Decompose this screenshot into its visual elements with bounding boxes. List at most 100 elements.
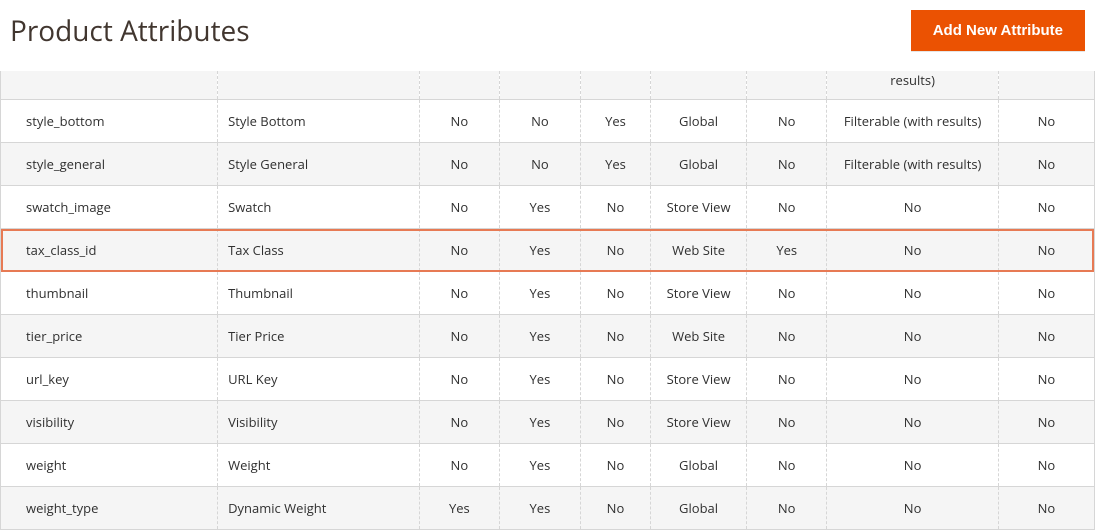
- cell-use-in-layered: Filterable (with results): [827, 143, 998, 186]
- cell-use-in-layered: No: [827, 315, 998, 358]
- cell-scope: Web Site: [651, 315, 747, 358]
- cell-use-in-layered: No: [827, 272, 998, 315]
- cell-scope: Global: [651, 100, 747, 143]
- cell-comparable: No: [998, 401, 1094, 444]
- cell-scope: Store View: [651, 272, 747, 315]
- cell-system: Yes: [500, 229, 581, 272]
- cell-scope: Global: [651, 143, 747, 186]
- cell-visible: No: [580, 401, 651, 444]
- cell-visible: No: [580, 272, 651, 315]
- cell-use-in-layered: results): [827, 71, 998, 100]
- cell-scope: Store View: [651, 358, 747, 401]
- cell-searchable: No: [746, 444, 827, 487]
- cell-system: Yes: [500, 186, 581, 229]
- cell-default-label: Swatch: [218, 186, 419, 229]
- cell-system: Yes: [500, 272, 581, 315]
- cell-default-label: Visibility: [218, 401, 419, 444]
- cell-use-in-layered: No: [827, 358, 998, 401]
- table-row[interactable]: style_generalStyle GeneralNoNoYesGlobalN…: [1, 143, 1094, 186]
- cell-default-label: [218, 71, 419, 100]
- table-row[interactable]: weightWeightNoYesNoGlobalNoNoNo: [1, 444, 1094, 487]
- cell-required: No: [419, 100, 500, 143]
- cell-attribute-code: style_bottom: [1, 100, 218, 143]
- table-row[interactable]: results): [1, 71, 1094, 100]
- cell-system: Yes: [500, 358, 581, 401]
- cell-searchable: No: [746, 143, 827, 186]
- cell-visible: No: [580, 487, 651, 530]
- cell-attribute-code: url_key: [1, 358, 218, 401]
- cell-default-label: Weight: [218, 444, 419, 487]
- cell-searchable: No: [746, 186, 827, 229]
- cell-system: No: [500, 143, 581, 186]
- cell-use-in-layered: No: [827, 487, 998, 530]
- cell-required: No: [419, 229, 500, 272]
- cell-default-label: Style General: [218, 143, 419, 186]
- table-row[interactable]: tier_priceTier PriceNoYesNoWeb SiteNoNoN…: [1, 315, 1094, 358]
- table-row[interactable]: swatch_imageSwatchNoYesNoStore ViewNoNoN…: [1, 186, 1094, 229]
- cell-visible: No: [580, 229, 651, 272]
- cell-use-in-layered: Filterable (with results): [827, 100, 998, 143]
- cell-attribute-code: swatch_image: [1, 186, 218, 229]
- cell-default-label: Tier Price: [218, 315, 419, 358]
- cell-visible: No: [580, 444, 651, 487]
- cell-searchable: No: [746, 100, 827, 143]
- cell-required: No: [419, 358, 500, 401]
- cell-visible: [580, 71, 651, 100]
- cell-system: No: [500, 100, 581, 143]
- cell-searchable: No: [746, 487, 827, 530]
- cell-comparable: No: [998, 143, 1094, 186]
- cell-required: No: [419, 272, 500, 315]
- table-row[interactable]: weight_typeDynamic WeightYesYesNoGlobalN…: [1, 487, 1094, 530]
- cell-default-label: Tax Class: [218, 229, 419, 272]
- attributes-grid: results)style_bottomStyle BottomNoNoYesG…: [1, 71, 1094, 529]
- cell-comparable: No: [998, 315, 1094, 358]
- cell-comparable: No: [998, 100, 1094, 143]
- table-row[interactable]: visibilityVisibilityNoYesNoStore ViewNoN…: [1, 401, 1094, 444]
- cell-required: No: [419, 401, 500, 444]
- cell-comparable: No: [998, 229, 1094, 272]
- cell-searchable: No: [746, 358, 827, 401]
- cell-comparable: No: [998, 186, 1094, 229]
- cell-visible: Yes: [580, 100, 651, 143]
- page-header: Product Attributes Add New Attribute: [0, 0, 1095, 71]
- table-row[interactable]: tax_class_idTax ClassNoYesNoWeb SiteYesN…: [1, 229, 1094, 272]
- table-row[interactable]: style_bottomStyle BottomNoNoYesGlobalNoF…: [1, 100, 1094, 143]
- cell-system: Yes: [500, 487, 581, 530]
- cell-default-label: Thumbnail: [218, 272, 419, 315]
- cell-attribute-code: weight: [1, 444, 218, 487]
- cell-searchable: No: [746, 315, 827, 358]
- table-row[interactable]: url_keyURL KeyNoYesNoStore ViewNoNoNo: [1, 358, 1094, 401]
- cell-default-label: URL Key: [218, 358, 419, 401]
- cell-searchable: No: [746, 272, 827, 315]
- add-attribute-button[interactable]: Add New Attribute: [911, 10, 1085, 51]
- cell-system: [500, 71, 581, 100]
- table-row[interactable]: thumbnailThumbnailNoYesNoStore ViewNoNoN…: [1, 272, 1094, 315]
- cell-visible: No: [580, 358, 651, 401]
- cell-attribute-code: thumbnail: [1, 272, 218, 315]
- cell-visible: No: [580, 315, 651, 358]
- cell-use-in-layered: No: [827, 444, 998, 487]
- cell-default-label: Dynamic Weight: [218, 487, 419, 530]
- cell-attribute-code: tier_price: [1, 315, 218, 358]
- page-title: Product Attributes: [10, 12, 250, 50]
- cell-scope: [651, 71, 747, 100]
- cell-required: No: [419, 143, 500, 186]
- cell-system: Yes: [500, 315, 581, 358]
- cell-comparable: No: [998, 487, 1094, 530]
- cell-visible: Yes: [580, 143, 651, 186]
- cell-required: No: [419, 315, 500, 358]
- cell-attribute-code: visibility: [1, 401, 218, 444]
- cell-default-label: Style Bottom: [218, 100, 419, 143]
- cell-use-in-layered: No: [827, 229, 998, 272]
- cell-scope: Global: [651, 444, 747, 487]
- cell-attribute-code: weight_type: [1, 487, 218, 530]
- cell-scope: Global: [651, 487, 747, 530]
- cell-attribute-code: tax_class_id: [1, 229, 218, 272]
- cell-searchable: [746, 71, 827, 100]
- cell-scope: Store View: [651, 401, 747, 444]
- cell-comparable: No: [998, 272, 1094, 315]
- cell-comparable: [998, 71, 1094, 100]
- cell-searchable: No: [746, 401, 827, 444]
- cell-required: No: [419, 444, 500, 487]
- cell-required: No: [419, 186, 500, 229]
